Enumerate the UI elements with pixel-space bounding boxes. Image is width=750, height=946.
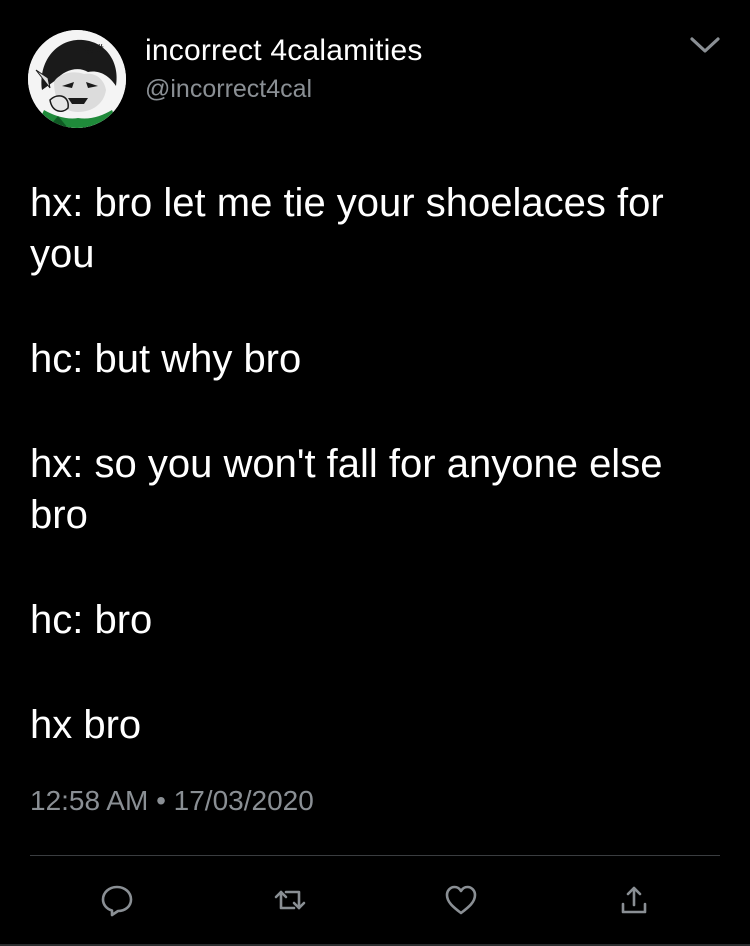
svg-text:?: ? [110, 66, 115, 77]
tweet-line: hx: so you won't fall for anyone else br… [30, 442, 663, 537]
share-icon [621, 886, 647, 914]
author-handle[interactable]: @incorrect4cal [145, 75, 312, 104]
retweet-button[interactable] [270, 880, 310, 920]
share-button[interactable] [614, 880, 654, 920]
tweet-line: hx: bro let me tie your shoelaces for yo… [30, 181, 664, 276]
avatar-illustration: @# ? [28, 30, 126, 128]
tweet-text: hx: bro let me tie your shoelaces for yo… [30, 178, 710, 805]
divider [30, 855, 720, 856]
reply-button[interactable] [97, 880, 137, 920]
tweet-line: hc: but why bro [30, 337, 302, 381]
like-icon [445, 885, 477, 915]
tweet-timestamp[interactable]: 12:58 AM • 17/03/2020 [30, 785, 314, 817]
tweet-detail: @# ? incorrect 4calamities @incorrect4ca… [0, 0, 750, 946]
tweet-line: hc: bro [30, 598, 153, 642]
tweet-line: hx bro [30, 703, 142, 747]
author-display-name[interactable]: incorrect 4calamities [145, 34, 423, 68]
svg-text:@#: @# [84, 42, 104, 55]
like-button[interactable] [441, 880, 481, 920]
avatar[interactable]: @# ? [28, 30, 126, 128]
chevron-down-icon[interactable] [686, 30, 724, 60]
reply-icon [101, 885, 133, 917]
retweet-icon [274, 890, 306, 910]
